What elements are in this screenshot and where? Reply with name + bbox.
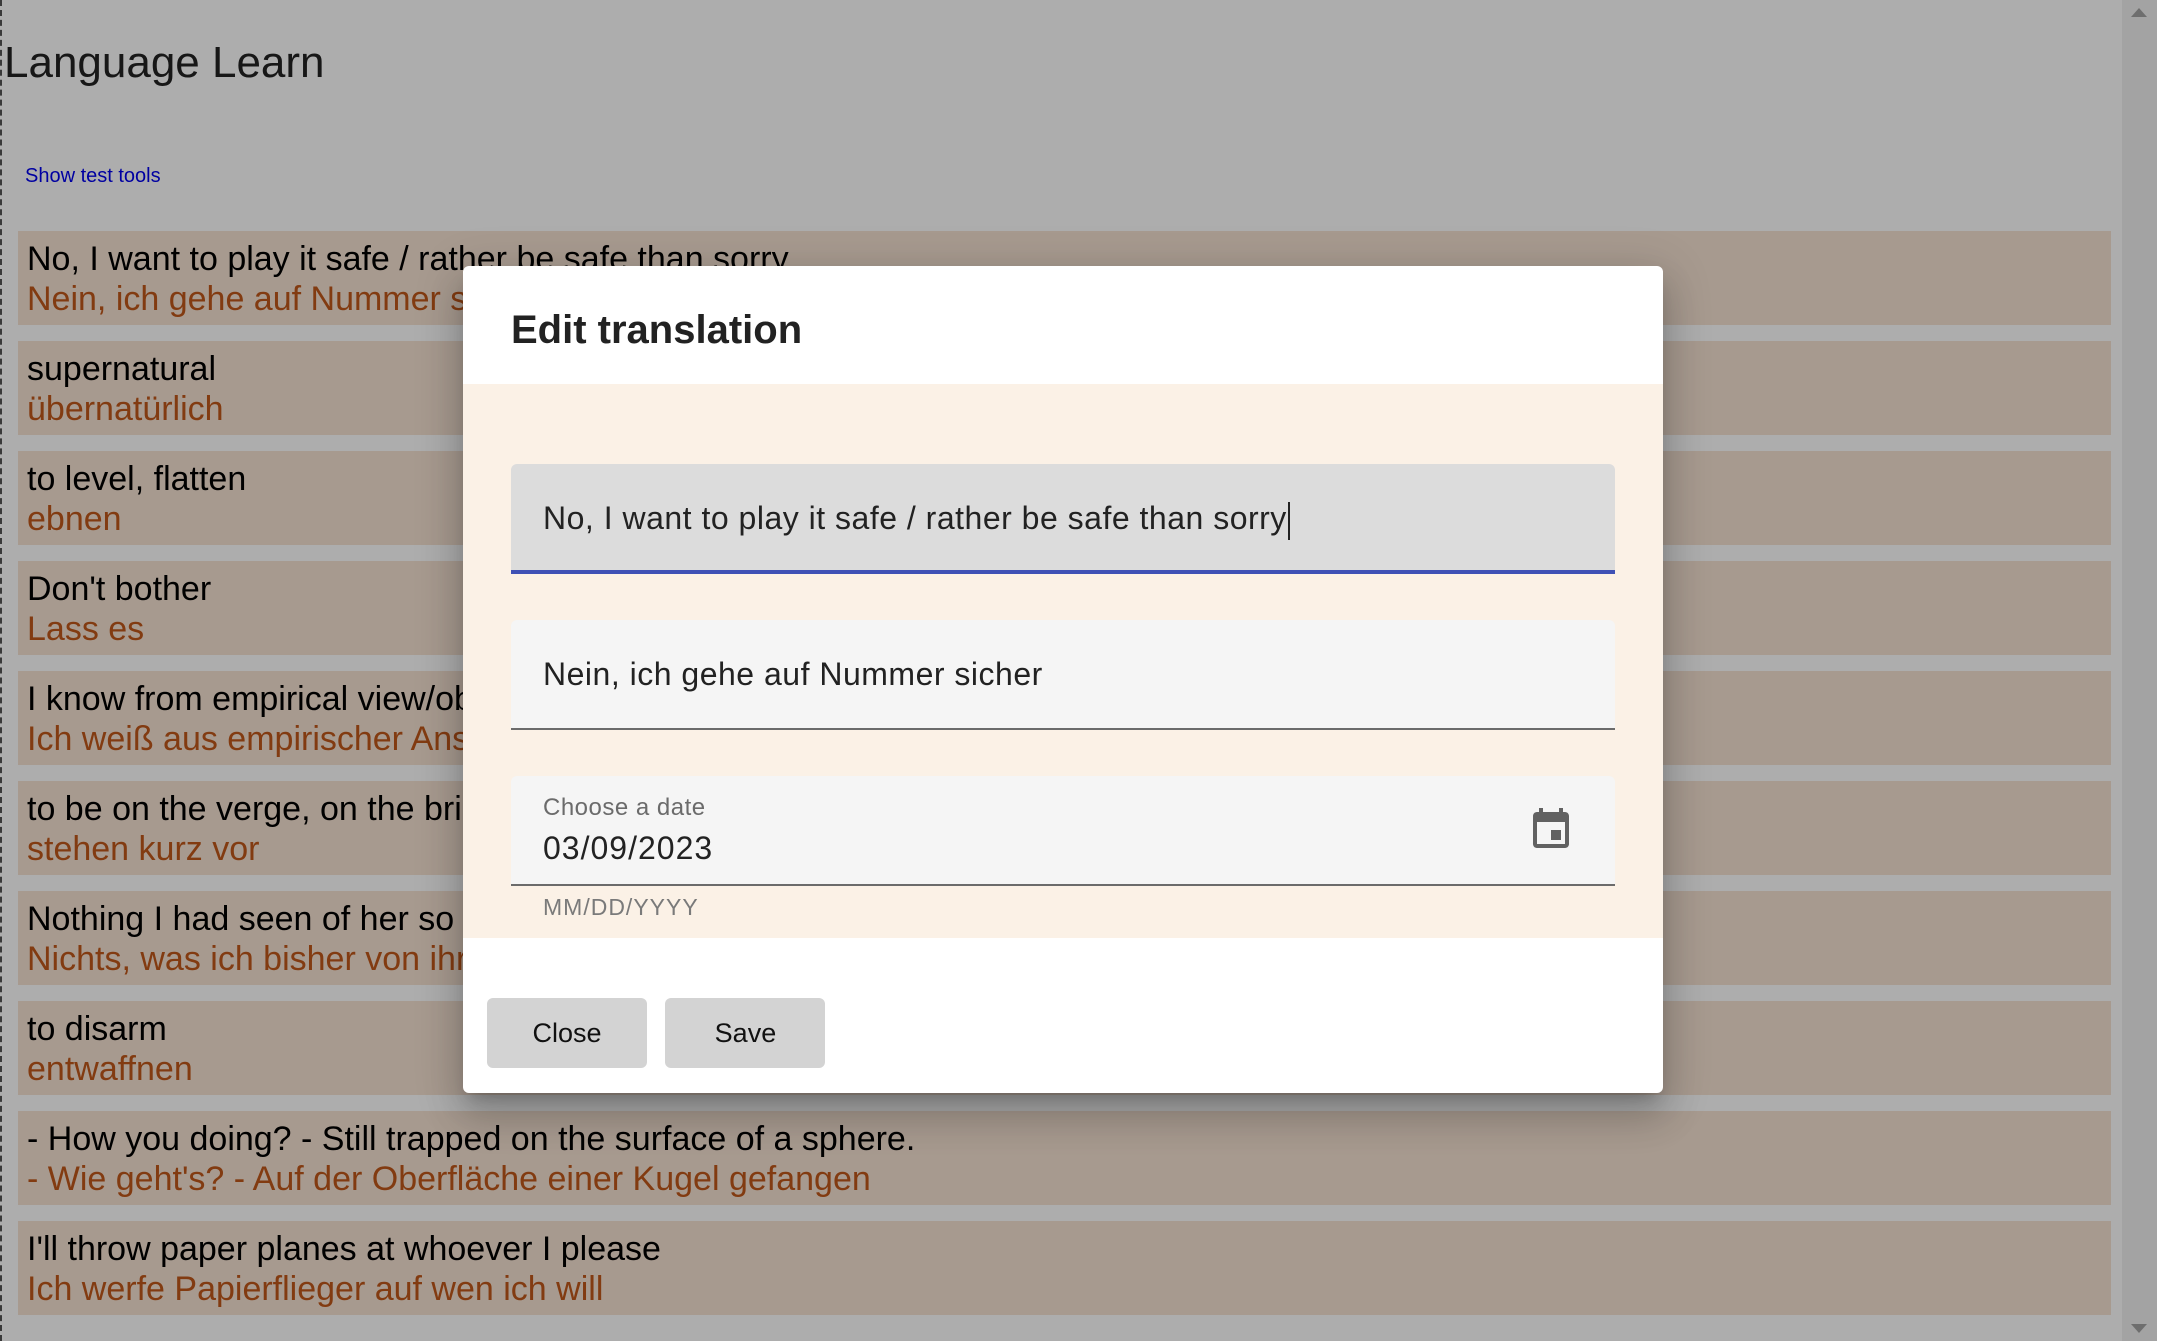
edit-translation-dialog: Edit translation No, I want to play it s…	[463, 266, 1663, 1093]
dialog-title: Edit translation	[511, 308, 803, 352]
date-field-label: Choose a date	[543, 794, 706, 821]
save-button[interactable]: Save	[665, 998, 826, 1068]
date-format-hint: MM/DD/YYYY	[543, 894, 699, 920]
text-cursor	[1287, 501, 1290, 540]
close-button[interactable]: Close	[487, 998, 647, 1068]
dialog-actions: Close Save	[487, 998, 839, 1068]
dialog-content: No, I want to play it safe / rather be s…	[463, 384, 1663, 938]
calendar-icon[interactable]	[1527, 806, 1575, 854]
source-text-field[interactable]: No, I want to play it safe / rather be s…	[511, 464, 1615, 574]
translated-text-input[interactable]: Nein, ich gehe auf Nummer sicher	[543, 656, 1043, 693]
page: Language Learn Show test tools No, I wan…	[0, 0, 2157, 1341]
source-text-value: No, I want to play it safe / rather be s…	[543, 500, 1287, 536]
source-text-input[interactable]: No, I want to play it safe / rather be s…	[543, 500, 1290, 540]
date-input[interactable]: 03/09/2023	[543, 830, 713, 867]
translated-text-field[interactable]: Nein, ich gehe auf Nummer sicher	[511, 620, 1615, 730]
date-field[interactable]: Choose a date 03/09/2023	[511, 776, 1615, 886]
